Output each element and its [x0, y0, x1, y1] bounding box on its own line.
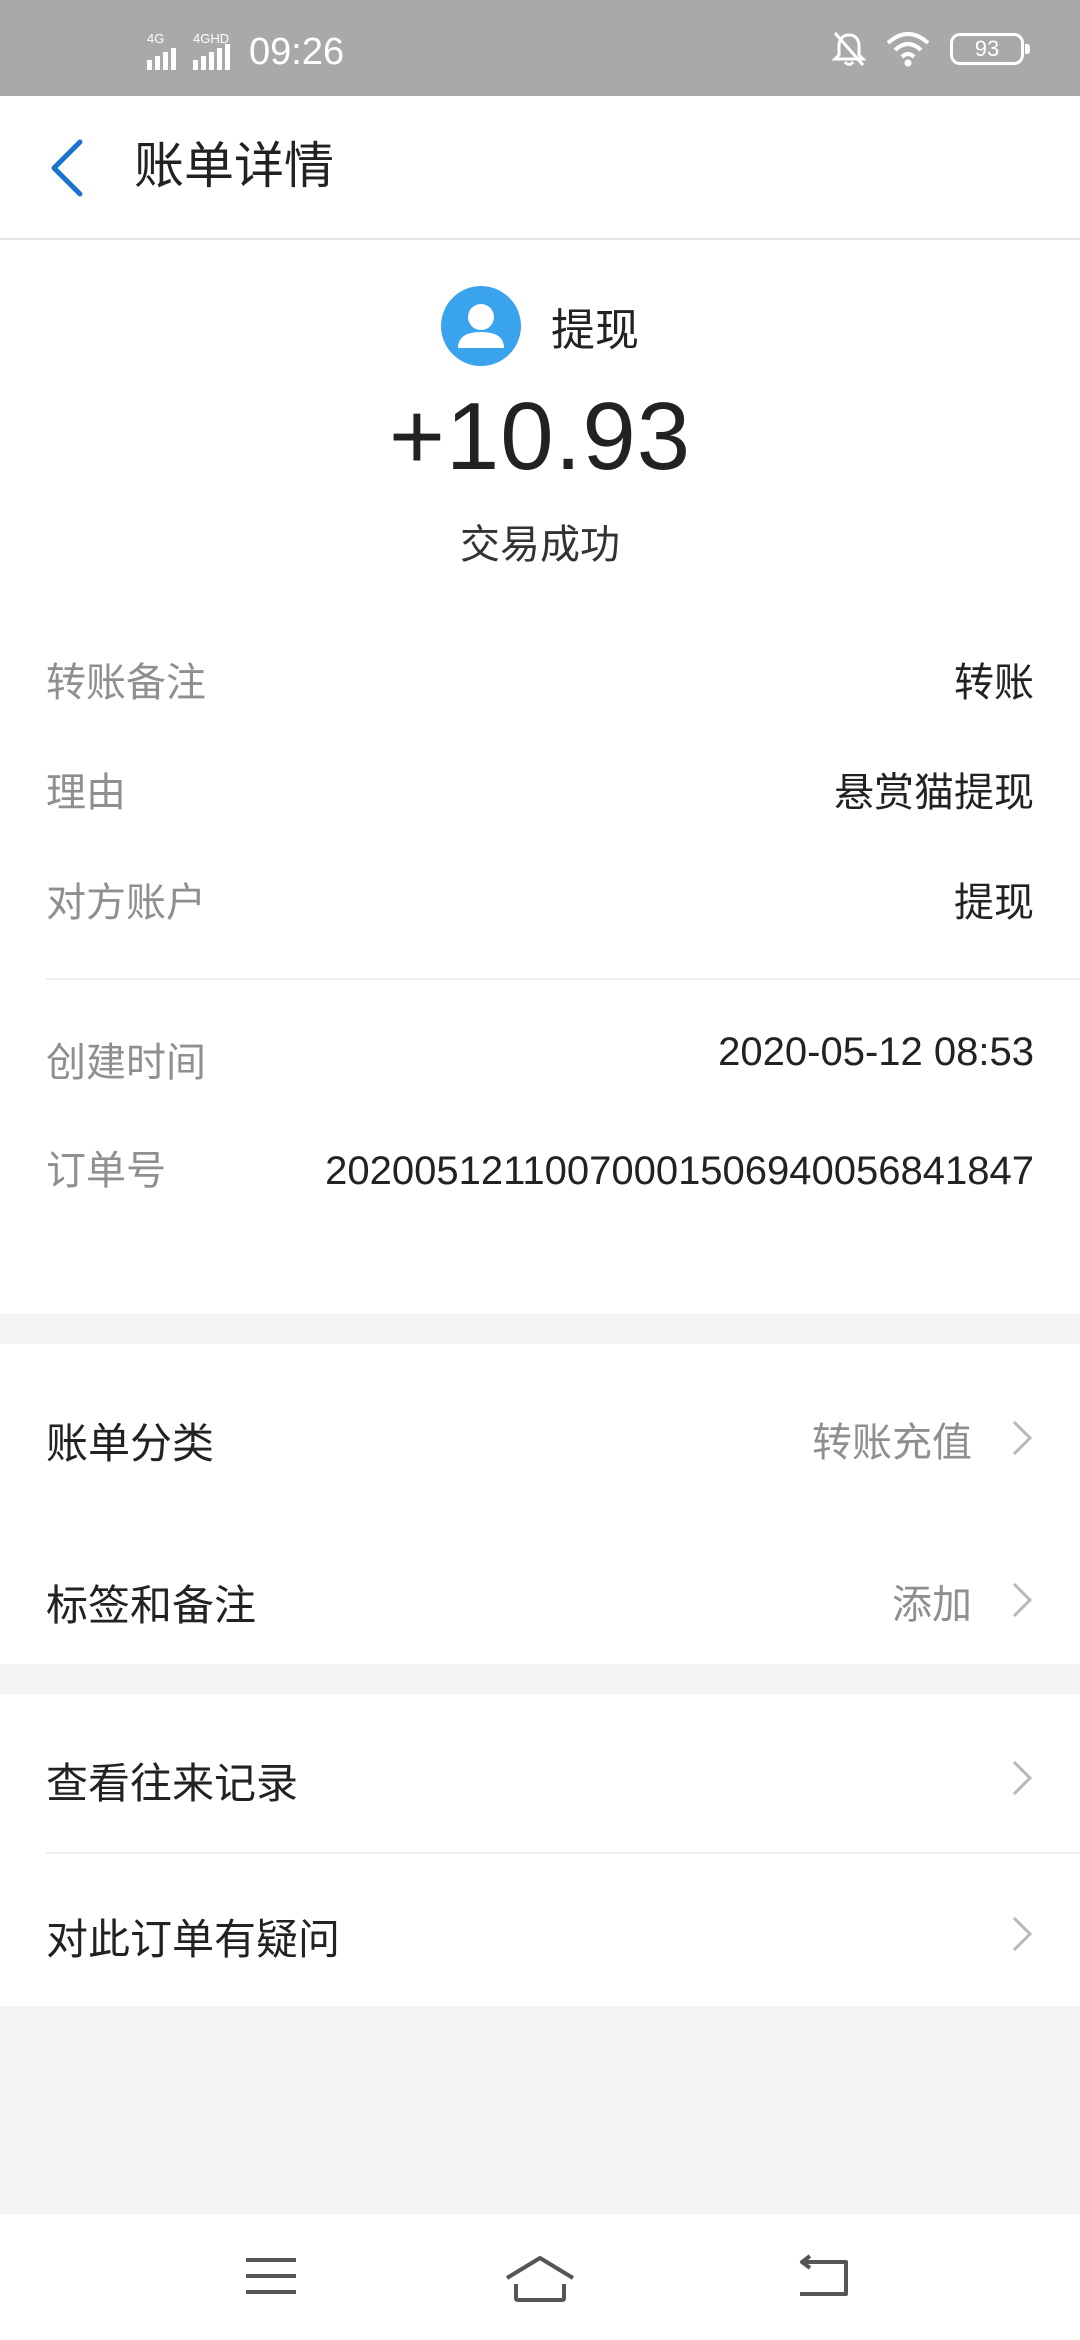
order-question-item[interactable]: 对此订单有疑问 — [46, 1870, 1034, 1990]
detail-label: 转账备注 — [46, 660, 206, 706]
network-1-label: 4G — [147, 31, 164, 46]
transaction-amount: +10.93 — [388, 383, 692, 490]
battery-indicator: 93 — [950, 33, 1030, 65]
status-right: 93 — [832, 30, 1030, 68]
divider — [46, 978, 1080, 980]
battery-level: 93 — [974, 36, 1000, 61]
network-2-label: 4GHD — [193, 31, 229, 46]
signal-4g-icon: 4G — [147, 31, 176, 70]
chevron-right-icon — [1012, 1420, 1033, 1456]
records-card: 查看往来记录 对此订单有疑问 — [0, 1694, 1080, 2006]
menu-icon[interactable] — [244, 2254, 298, 2298]
avatar — [441, 286, 521, 366]
view-records-item[interactable]: 查看往来记录 — [46, 1714, 1034, 1834]
detail-value: 提现 — [954, 880, 1034, 926]
status-bar: 4G 4GHD 09:26 93 — [0, 0, 1080, 96]
chevron-right-icon — [1012, 1582, 1033, 1618]
detail-value: 悬赏猫提现 — [834, 770, 1034, 816]
created-value: 2020-05-12 08:53 — [718, 1030, 1034, 1074]
item-value: 转账充值 — [812, 1420, 972, 1466]
bill-category-item[interactable]: 账单分类 转账充值 — [46, 1374, 1034, 1494]
item-label: 对此订单有疑问 — [46, 1915, 341, 1964]
page-title: 账单详情 — [134, 137, 334, 195]
status-left: 4G 4GHD 09:26 — [145, 30, 344, 74]
home-icon[interactable] — [504, 2254, 576, 2304]
wifi-icon — [886, 32, 930, 67]
detail-label: 理由 — [46, 770, 126, 816]
back-icon[interactable] — [794, 2254, 852, 2300]
created-label: 创建时间 — [46, 1040, 206, 1086]
category-card: 账单分类 转账充值 标签和备注 添加 — [0, 1344, 1080, 1664]
transaction-card: 提现 +10.93 交易成功 转账备注 转账 理由 悬赏猫提现 对方账户 提现 … — [0, 240, 1080, 1314]
status-time: 09:26 — [249, 31, 345, 73]
chevron-right-icon — [1012, 1916, 1033, 1952]
item-label: 标签和备注 — [46, 1581, 257, 1630]
detail-value: 转账 — [954, 660, 1034, 706]
counterparty-header: 提现 — [0, 286, 1080, 366]
item-value: 添加 — [892, 1582, 972, 1628]
chevron-right-icon — [1012, 1760, 1033, 1796]
counterparty-name: 提现 — [551, 305, 639, 356]
detail-label: 对方账户 — [46, 880, 206, 926]
back-arrow-icon[interactable] — [46, 136, 90, 200]
signal-4ghd-icon: 4GHD — [193, 31, 230, 70]
order-label: 订单号 — [46, 1148, 166, 1194]
divider — [46, 1852, 1080, 1854]
nav-bar: 账单详情 — [0, 96, 1080, 240]
user-icon — [458, 304, 504, 348]
bell-muted-icon — [832, 32, 866, 66]
tags-notes-item[interactable]: 标签和备注 添加 — [46, 1536, 1034, 1656]
item-label: 账单分类 — [46, 1419, 215, 1468]
item-label: 查看往来记录 — [46, 1759, 299, 1808]
order-number: 20200512110070001506940056841847 — [325, 1149, 1034, 1193]
system-nav-bar — [0, 2214, 1080, 2340]
transaction-status: 交易成功 — [460, 522, 620, 568]
